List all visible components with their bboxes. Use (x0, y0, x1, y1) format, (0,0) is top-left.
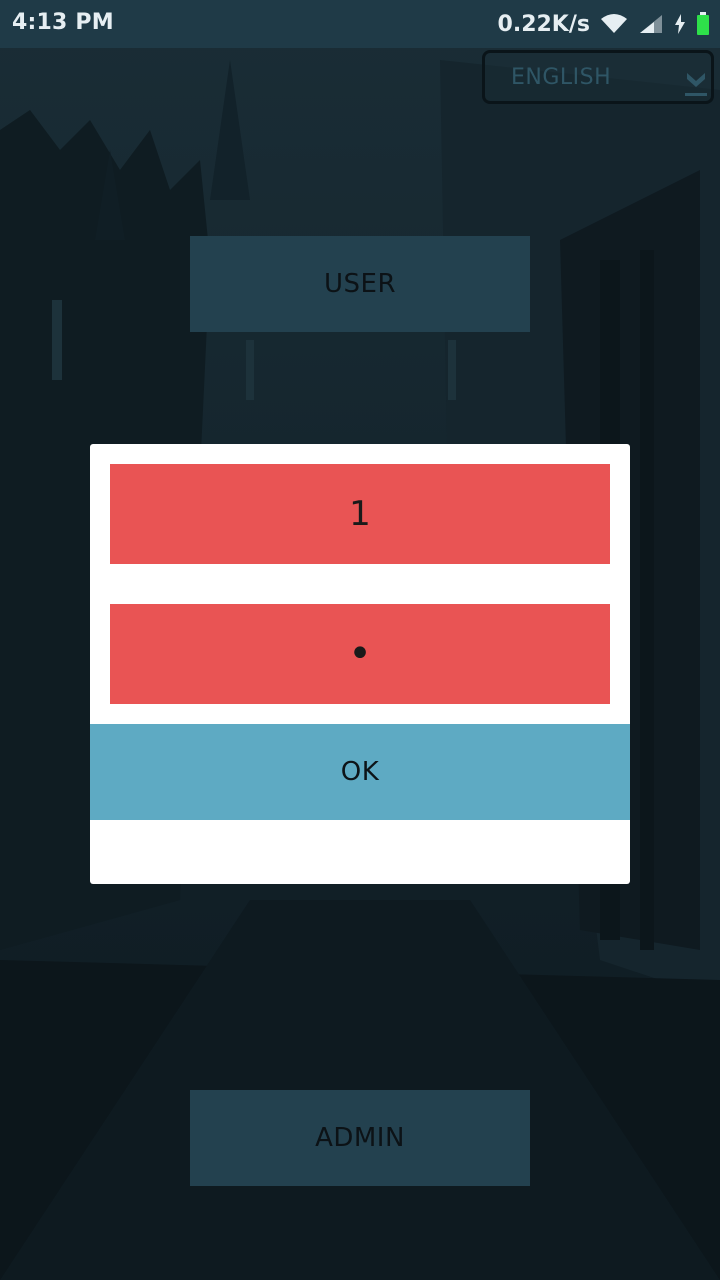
login-dialog: 1 • OK (90, 444, 630, 884)
network-speed: 0.22K/s (497, 11, 590, 37)
user-button[interactable]: USER (190, 236, 530, 332)
status-time: 4:13 PM (12, 10, 114, 35)
language-select[interactable]: ENGLISH (482, 50, 714, 104)
admin-button[interactable]: ADMIN (190, 1090, 530, 1186)
wifi-icon (601, 14, 627, 33)
username-field[interactable]: 1 (110, 464, 610, 564)
battery-icon (697, 12, 709, 35)
charging-icon (675, 14, 685, 34)
signal-icon (640, 15, 662, 33)
ok-button[interactable]: OK (90, 724, 630, 820)
status-bar: 4:13 PM 0.22K/s (0, 0, 720, 48)
chevron-down-icon (685, 73, 707, 96)
password-field[interactable]: • (110, 604, 610, 704)
language-selected-value: ENGLISH (511, 65, 612, 90)
status-indicators: 0.22K/s (498, 10, 710, 38)
login-screen: 4:13 PM 0.22K/s ENGLISH USER 1 • OK ADMI… (0, 0, 720, 1280)
